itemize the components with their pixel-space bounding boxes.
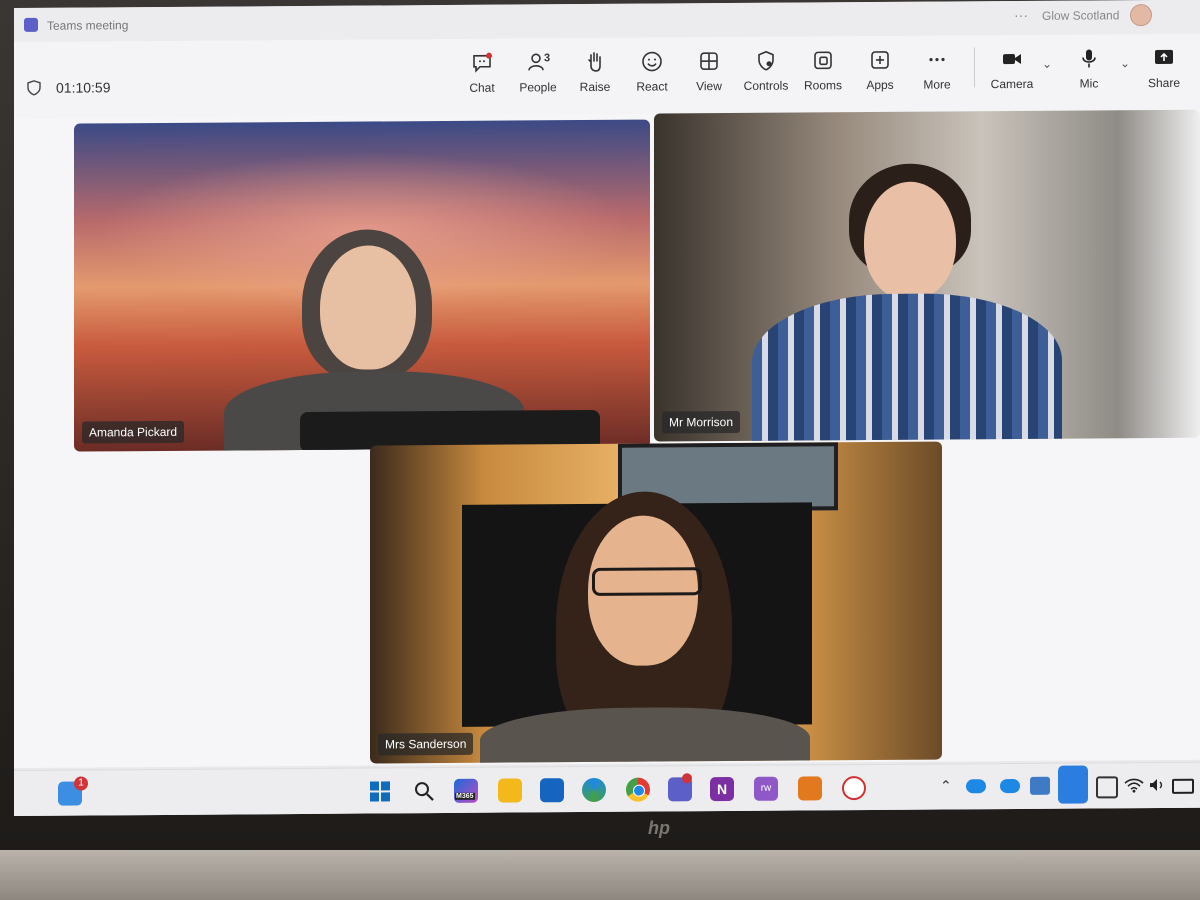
ellipsis-icon bbox=[929, 57, 945, 62]
mic-options-chevron-icon[interactable]: ⌄ bbox=[1120, 56, 1130, 70]
wifi-glyph-icon bbox=[1124, 778, 1144, 793]
app-icon-orange[interactable] bbox=[798, 776, 822, 801]
grid-icon bbox=[700, 52, 718, 70]
people-button[interactable]: 3 People bbox=[508, 50, 568, 94]
mic-button[interactable]: Mic bbox=[1059, 46, 1119, 91]
more-button[interactable]: More bbox=[907, 47, 967, 92]
hp-logo: hp bbox=[648, 818, 670, 838]
mic-icon bbox=[1082, 49, 1096, 68]
hand-icon bbox=[588, 52, 601, 72]
chrome-center-icon bbox=[633, 784, 645, 797]
participant-name: Mrs Sanderson bbox=[378, 732, 474, 756]
raise-label: Raise bbox=[579, 79, 611, 95]
chrome-icon[interactable] bbox=[626, 777, 650, 802]
teams-notification-dot bbox=[682, 773, 692, 784]
rooms-icon bbox=[814, 51, 832, 70]
glasses bbox=[592, 567, 702, 596]
search-icon[interactable] bbox=[412, 779, 436, 803]
controls-label: Controls bbox=[743, 78, 789, 93]
camera-options-chevron-icon[interactable]: ⌄ bbox=[1042, 57, 1052, 71]
camera-icon bbox=[1003, 53, 1021, 65]
battery-icon[interactable] bbox=[1172, 778, 1194, 794]
apps-button[interactable]: Apps bbox=[850, 48, 910, 92]
chat-button[interactable]: Chat bbox=[452, 51, 512, 95]
laptop-base bbox=[0, 850, 1200, 900]
rooms-button[interactable]: Rooms bbox=[793, 48, 853, 92]
screen: Teams meeting ··· Glow Scotland 01:10:59… bbox=[14, 0, 1200, 816]
shield-gear-icon bbox=[758, 50, 774, 71]
chat-label: Chat bbox=[469, 80, 495, 95]
person-body bbox=[752, 292, 1062, 442]
m365-icon[interactable]: M365 bbox=[454, 778, 478, 803]
org-name: Glow Scotland bbox=[1042, 8, 1120, 23]
smiley-icon bbox=[642, 51, 662, 72]
rooms-label: Rooms bbox=[803, 78, 842, 93]
outlook-icon[interactable] bbox=[540, 778, 564, 803]
person-face bbox=[320, 245, 416, 370]
chat-unread-dot bbox=[486, 52, 492, 59]
people-count: 3 bbox=[544, 52, 551, 65]
tray-overflow-chevron-icon[interactable]: ⌃ bbox=[940, 777, 952, 794]
person-face bbox=[864, 181, 956, 301]
view-label: View bbox=[696, 79, 722, 94]
camera-button[interactable]: Camera bbox=[982, 47, 1042, 91]
window-title: Teams meeting bbox=[47, 18, 129, 33]
people-label: People bbox=[519, 80, 557, 95]
react-label: React bbox=[636, 79, 668, 94]
file-explorer-icon[interactable] bbox=[498, 778, 522, 803]
camera-label: Camera bbox=[990, 76, 1034, 92]
apps-label: Apps bbox=[866, 77, 894, 93]
more-options-icon[interactable]: ··· bbox=[1014, 7, 1028, 23]
notification-badge: 1 bbox=[74, 776, 88, 791]
share-label: Share bbox=[1147, 75, 1181, 91]
view-button[interactable]: View bbox=[679, 49, 739, 93]
mic-active-icon[interactable] bbox=[1058, 765, 1088, 804]
react-button[interactable]: React bbox=[622, 49, 682, 94]
speaker-glyph-icon bbox=[1150, 779, 1163, 792]
teams-icon[interactable] bbox=[668, 773, 692, 802]
video-tile-amanda-pickard[interactable]: Amanda Pickard bbox=[74, 119, 650, 452]
mic-label: Mic bbox=[1079, 76, 1099, 91]
share-button[interactable]: Share bbox=[1134, 46, 1194, 90]
toolbar-divider bbox=[974, 47, 975, 88]
participant-name: Mr Morrison bbox=[662, 410, 741, 434]
screen-capture-icon[interactable] bbox=[1096, 776, 1118, 799]
participant-name: Amanda Pickard bbox=[82, 420, 185, 444]
readwrite-icon[interactable]: rw bbox=[754, 776, 778, 801]
video-tile-mr-morrison[interactable]: Mr Morrison bbox=[654, 109, 1200, 442]
plus-icon bbox=[871, 51, 889, 69]
controls-button[interactable]: Controls bbox=[736, 49, 796, 93]
onedrive-business-icon[interactable] bbox=[1000, 778, 1020, 794]
network-drive-icon[interactable] bbox=[1030, 776, 1050, 795]
windows-start-icon[interactable] bbox=[368, 779, 392, 803]
edge-icon[interactable] bbox=[582, 777, 606, 803]
raise-button[interactable]: Raise bbox=[565, 50, 625, 94]
speaker-icon[interactable] bbox=[1148, 777, 1166, 793]
video-stage: Amanda Pickard Mr Morrison Mrs Sanderson bbox=[14, 109, 1200, 768]
shield-icon[interactable] bbox=[26, 80, 42, 96]
onenote-icon[interactable]: N bbox=[710, 776, 734, 802]
share-icon bbox=[1155, 49, 1173, 65]
onedrive-icon[interactable] bbox=[966, 779, 986, 794]
windows-taskbar: 1 M365 N rw ⌃ bbox=[14, 761, 1200, 816]
video-tile-mrs-sanderson[interactable]: Mrs Sanderson bbox=[370, 441, 942, 764]
more-label: More bbox=[923, 77, 951, 92]
user-avatar[interactable] bbox=[1130, 4, 1152, 27]
app-icon-red-drop[interactable] bbox=[842, 776, 866, 801]
m365-label: M365 bbox=[455, 792, 475, 800]
wifi-icon[interactable] bbox=[1124, 777, 1144, 793]
meeting-timer: 01:10:59 bbox=[56, 79, 111, 96]
teams-app-icon bbox=[24, 17, 38, 32]
meeting-toolbar: 01:10:59 Chat 3 People Raise React View … bbox=[14, 33, 1200, 118]
